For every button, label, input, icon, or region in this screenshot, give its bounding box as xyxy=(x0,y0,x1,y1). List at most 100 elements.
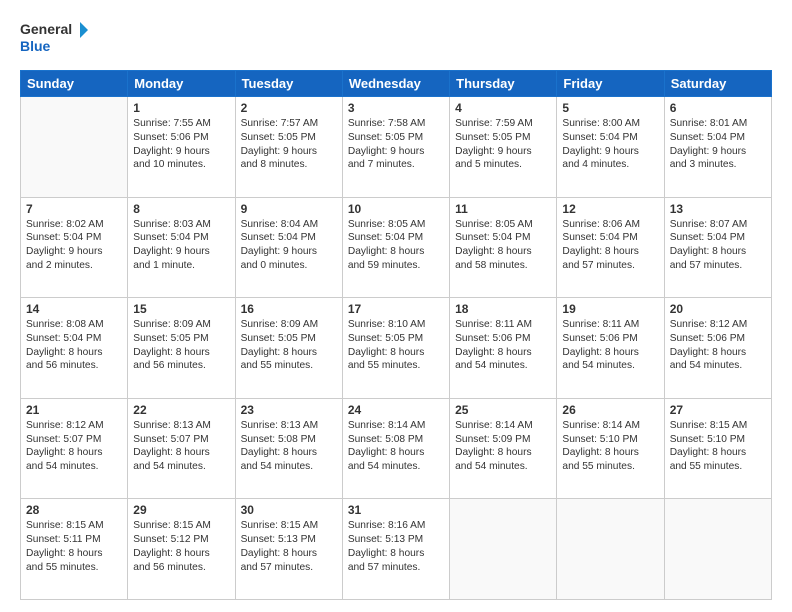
week-row-5: 28 Sunrise: 8:15 AM Sunset: 5:11 PM Dayli… xyxy=(21,499,772,600)
day-info: Sunrise: 8:03 AM Sunset: 5:04 PM Dayligh… xyxy=(133,218,229,273)
col-header-monday: Monday xyxy=(128,71,235,97)
day-number: 28 xyxy=(26,503,122,517)
day-number: 4 xyxy=(455,101,551,115)
day-info: Sunrise: 8:10 AM Sunset: 5:05 PM Dayligh… xyxy=(348,318,444,373)
day-cell: 1 Sunrise: 7:55 AM Sunset: 5:06 PM Daylig… xyxy=(128,97,235,198)
day-cell: 29Sunrise: 8:15 AM Sunset: 5:12 PM Dayli… xyxy=(128,499,235,600)
day-number: 16 xyxy=(241,302,337,316)
day-number: 20 xyxy=(670,302,766,316)
day-cell xyxy=(664,499,771,600)
day-info: Sunrise: 8:15 AM Sunset: 5:10 PM Dayligh… xyxy=(670,419,766,474)
logo-svg: General Blue xyxy=(20,18,90,60)
day-info: Sunrise: 8:11 AM Sunset: 5:06 PM Dayligh… xyxy=(562,318,658,373)
col-header-thursday: Thursday xyxy=(450,71,557,97)
day-number: 22 xyxy=(133,403,229,417)
col-header-tuesday: Tuesday xyxy=(235,71,342,97)
day-number: 15 xyxy=(133,302,229,316)
svg-text:Blue: Blue xyxy=(20,38,51,54)
day-cell: 21Sunrise: 8:12 AM Sunset: 5:07 PM Dayli… xyxy=(21,398,128,499)
day-cell: 13 Sunrise: 8:07 AM Sunset: 5:04 PM Dayli… xyxy=(664,197,771,298)
day-info: Sunrise: 8:14 AM Sunset: 5:09 PM Dayligh… xyxy=(455,419,551,474)
day-number: 27 xyxy=(670,403,766,417)
day-info: Sunrise: 8:07 AM Sunset: 5:04 PM Dayligh… xyxy=(670,218,766,273)
day-info: Sunrise: 8:06 AM Sunset: 5:04 PM Dayligh… xyxy=(562,218,658,273)
day-info: Sunrise: 7:55 AM Sunset: 5:06 PM Dayligh… xyxy=(133,117,229,172)
day-info: Sunrise: 7:59 AM Sunset: 5:05 PM Dayligh… xyxy=(455,117,551,172)
day-cell: 15 Sunrise: 8:09 AM Sunset: 5:05 PM Dayli… xyxy=(128,298,235,399)
day-cell: 26 Sunrise: 8:14 AM Sunset: 5:10 PM Dayli… xyxy=(557,398,664,499)
day-info: Sunrise: 7:58 AM Sunset: 5:05 PM Dayligh… xyxy=(348,117,444,172)
day-number: 5 xyxy=(562,101,658,115)
day-cell: 22 Sunrise: 8:13 AM Sunset: 5:07 PM Dayli… xyxy=(128,398,235,499)
week-row-2: 7Sunrise: 8:02 AM Sunset: 5:04 PM Daylig… xyxy=(21,197,772,298)
day-cell: 16 Sunrise: 8:09 AM Sunset: 5:05 PM Dayli… xyxy=(235,298,342,399)
day-cell: 4 Sunrise: 7:59 AM Sunset: 5:05 PM Daylig… xyxy=(450,97,557,198)
week-row-4: 21Sunrise: 8:12 AM Sunset: 5:07 PM Dayli… xyxy=(21,398,772,499)
day-info: Sunrise: 8:15 AM Sunset: 5:11 PM Dayligh… xyxy=(26,519,122,574)
day-cell: 24 Sunrise: 8:14 AM Sunset: 5:08 PM Dayli… xyxy=(342,398,449,499)
col-header-sunday: Sunday xyxy=(21,71,128,97)
col-header-saturday: Saturday xyxy=(664,71,771,97)
day-number: 12 xyxy=(562,202,658,216)
col-header-wednesday: Wednesday xyxy=(342,71,449,97)
day-number: 17 xyxy=(348,302,444,316)
day-info: Sunrise: 7:57 AM Sunset: 5:05 PM Dayligh… xyxy=(241,117,337,172)
day-number: 6 xyxy=(670,101,766,115)
day-number: 21 xyxy=(26,403,122,417)
day-number: 3 xyxy=(348,101,444,115)
day-info: Sunrise: 8:14 AM Sunset: 5:08 PM Dayligh… xyxy=(348,419,444,474)
day-number: 19 xyxy=(562,302,658,316)
day-cell: 9 Sunrise: 8:04 AM Sunset: 5:04 PM Daylig… xyxy=(235,197,342,298)
day-cell xyxy=(557,499,664,600)
day-info: Sunrise: 8:09 AM Sunset: 5:05 PM Dayligh… xyxy=(133,318,229,373)
day-cell: 7Sunrise: 8:02 AM Sunset: 5:04 PM Daylig… xyxy=(21,197,128,298)
day-info: Sunrise: 8:11 AM Sunset: 5:06 PM Dayligh… xyxy=(455,318,551,373)
header-row: SundayMondayTuesdayWednesdayThursdayFrid… xyxy=(21,71,772,97)
day-cell: 31 Sunrise: 8:16 AM Sunset: 5:13 PM Dayli… xyxy=(342,499,449,600)
day-info: Sunrise: 8:08 AM Sunset: 5:04 PM Dayligh… xyxy=(26,318,122,373)
day-info: Sunrise: 8:05 AM Sunset: 5:04 PM Dayligh… xyxy=(455,218,551,273)
day-cell: 30 Sunrise: 8:15 AM Sunset: 5:13 PM Dayli… xyxy=(235,499,342,600)
day-info: Sunrise: 8:00 AM Sunset: 5:04 PM Dayligh… xyxy=(562,117,658,172)
day-cell: 14 Sunrise: 8:08 AM Sunset: 5:04 PM Dayli… xyxy=(21,298,128,399)
day-cell: 23 Sunrise: 8:13 AM Sunset: 5:08 PM Dayli… xyxy=(235,398,342,499)
day-number: 30 xyxy=(241,503,337,517)
header: General Blue xyxy=(20,18,772,60)
day-cell: 17 Sunrise: 8:10 AM Sunset: 5:05 PM Dayli… xyxy=(342,298,449,399)
week-row-3: 14 Sunrise: 8:08 AM Sunset: 5:04 PM Dayli… xyxy=(21,298,772,399)
day-info: Sunrise: 8:13 AM Sunset: 5:08 PM Dayligh… xyxy=(241,419,337,474)
day-cell: 28 Sunrise: 8:15 AM Sunset: 5:11 PM Dayli… xyxy=(21,499,128,600)
day-cell: 5 Sunrise: 8:00 AM Sunset: 5:04 PM Daylig… xyxy=(557,97,664,198)
day-cell: 10Sunrise: 8:05 AM Sunset: 5:04 PM Dayli… xyxy=(342,197,449,298)
day-cell: 25 Sunrise: 8:14 AM Sunset: 5:09 PM Dayli… xyxy=(450,398,557,499)
day-info: Sunrise: 8:04 AM Sunset: 5:04 PM Dayligh… xyxy=(241,218,337,273)
day-info: Sunrise: 8:16 AM Sunset: 5:13 PM Dayligh… xyxy=(348,519,444,574)
day-number: 24 xyxy=(348,403,444,417)
day-number: 7 xyxy=(26,202,122,216)
day-cell: 18Sunrise: 8:11 AM Sunset: 5:06 PM Dayli… xyxy=(450,298,557,399)
day-number: 1 xyxy=(133,101,229,115)
day-number: 31 xyxy=(348,503,444,517)
day-info: Sunrise: 8:15 AM Sunset: 5:13 PM Dayligh… xyxy=(241,519,337,574)
day-number: 13 xyxy=(670,202,766,216)
day-cell: 20Sunrise: 8:12 AM Sunset: 5:06 PM Dayli… xyxy=(664,298,771,399)
day-number: 23 xyxy=(241,403,337,417)
day-info: Sunrise: 8:14 AM Sunset: 5:10 PM Dayligh… xyxy=(562,419,658,474)
day-cell xyxy=(450,499,557,600)
day-cell: 27 Sunrise: 8:15 AM Sunset: 5:10 PM Dayli… xyxy=(664,398,771,499)
day-number: 10 xyxy=(348,202,444,216)
col-header-friday: Friday xyxy=(557,71,664,97)
day-info: Sunrise: 8:09 AM Sunset: 5:05 PM Dayligh… xyxy=(241,318,337,373)
day-number: 25 xyxy=(455,403,551,417)
day-number: 14 xyxy=(26,302,122,316)
day-cell: 2Sunrise: 7:57 AM Sunset: 5:05 PM Daylig… xyxy=(235,97,342,198)
day-number: 26 xyxy=(562,403,658,417)
day-cell: 11Sunrise: 8:05 AM Sunset: 5:04 PM Dayli… xyxy=(450,197,557,298)
day-info: Sunrise: 8:15 AM Sunset: 5:12 PM Dayligh… xyxy=(133,519,229,574)
day-cell: 3 Sunrise: 7:58 AM Sunset: 5:05 PM Daylig… xyxy=(342,97,449,198)
day-number: 8 xyxy=(133,202,229,216)
day-info: Sunrise: 8:13 AM Sunset: 5:07 PM Dayligh… xyxy=(133,419,229,474)
day-cell: 19 Sunrise: 8:11 AM Sunset: 5:06 PM Dayli… xyxy=(557,298,664,399)
day-number: 9 xyxy=(241,202,337,216)
week-row-1: 1 Sunrise: 7:55 AM Sunset: 5:06 PM Daylig… xyxy=(21,97,772,198)
